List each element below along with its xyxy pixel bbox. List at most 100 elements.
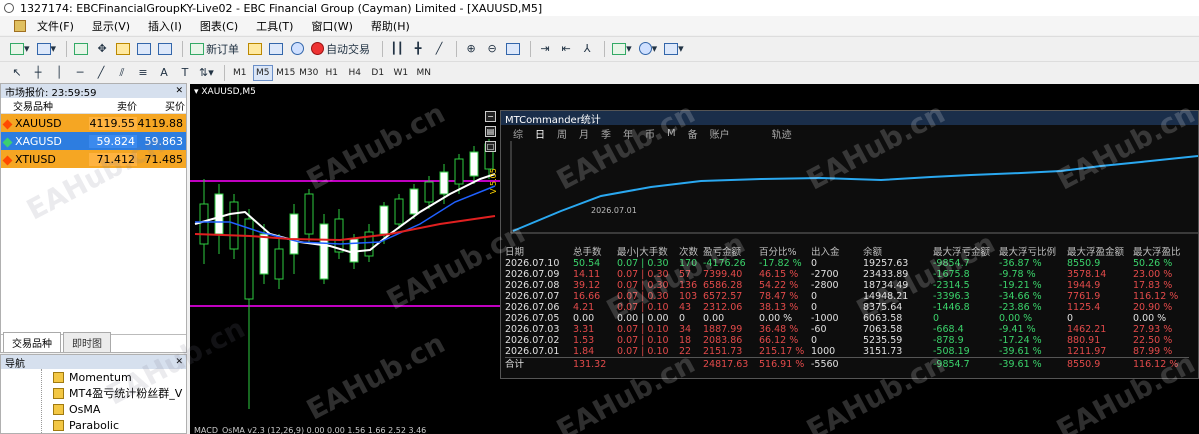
menu-help[interactable]: 帮助(H) — [362, 18, 419, 34]
timeframe-h1[interactable]: H1 — [322, 65, 342, 81]
table-row[interactable]: 2026.07.01 1.84 0.07 | 0.10 22 2151.73 215.17… — [505, 346, 1189, 358]
market-watch-button[interactable] — [72, 40, 90, 58]
channel-button[interactable]: ⫽ — [113, 64, 131, 82]
table-row[interactable]: 2026.07.05 0.00 0.00 | 0.00 0 0.00 0.00 % -100… — [505, 313, 1189, 324]
table-row[interactable]: 2026.07.03 3.31 0.07 | 0.10 34 1887.99 36.48 … — [505, 324, 1189, 335]
community-button[interactable] — [267, 40, 285, 58]
mtc-tab[interactable]: 季 — [601, 126, 611, 141]
menu-window[interactable]: 窗口(W) — [302, 18, 361, 34]
col-ask[interactable]: 买价 — [137, 98, 185, 113]
col-symbol[interactable]: 交易品种 — [1, 98, 89, 113]
templates-button[interactable]: ▾ — [662, 40, 686, 58]
table-row[interactable]: 2026.07.09 14.11 0.07 | 0.30 57 7399.40 46.15… — [505, 269, 1189, 280]
close-icon[interactable]: ✕ — [175, 86, 186, 96]
vertical-line-button[interactable]: │ — [50, 64, 68, 82]
crosshair-button[interactable]: ┼ — [29, 64, 47, 82]
symbol-row[interactable]: XAGUSD 59.824 59.863 — [1, 132, 186, 150]
table-row[interactable]: 2026.07.02 1.53 0.07 | 0.10 18 2083.86 66.12 … — [505, 335, 1189, 346]
mtcommander-panel[interactable]: − ▤ □ MTCommander统计 综日周月季年币 M 备账户 轨迹 2026.0… — [485, 110, 1199, 379]
column-header[interactable]: 总手数 — [573, 244, 617, 258]
navigator-item[interactable]: MT4盈亏统计粉丝群_V — [1, 385, 186, 401]
tile-windows-button[interactable] — [504, 40, 522, 58]
close-icon[interactable]: ✕ — [175, 357, 186, 367]
minimize-icon[interactable]: − — [485, 111, 496, 122]
timeframe-m1[interactable]: M1 — [230, 65, 250, 81]
timeframe-w1[interactable]: W1 — [391, 65, 411, 81]
column-header[interactable]: 出入金 — [811, 244, 863, 258]
settings-icon[interactable]: ▤ — [485, 126, 496, 137]
new-chart-button[interactable]: ▾ — [8, 40, 32, 58]
timeframe-mn[interactable]: MN — [414, 65, 434, 81]
indicators-button[interactable]: ⅄ — [578, 40, 596, 58]
tab-tick-chart[interactable]: 即时图 — [63, 332, 111, 352]
menu-tools[interactable]: 工具(T) — [247, 18, 302, 34]
column-header[interactable]: 盈亏金额 — [703, 244, 759, 258]
data-window-button[interactable]: ✥ — [93, 40, 111, 58]
menu-insert[interactable]: 插入(I) — [139, 18, 191, 34]
menu-view[interactable]: 显示(V) — [83, 18, 139, 34]
navigator-item[interactable]: Momentum — [1, 369, 186, 385]
mtc-tab[interactable]: 综 — [513, 126, 523, 141]
trendline-button[interactable]: ╱ — [92, 64, 110, 82]
autoscroll-button[interactable]: ⇥ — [536, 40, 554, 58]
terminal-button[interactable] — [135, 40, 153, 58]
periods-button[interactable]: ▾ — [637, 40, 660, 58]
column-header[interactable]: 最大浮亏比例 — [999, 244, 1067, 258]
chart-shift-button[interactable]: ⇤ — [557, 40, 575, 58]
menu-file[interactable]: 文件(F) — [28, 18, 83, 34]
timeframe-d1[interactable]: D1 — [368, 65, 388, 81]
mtc-tab[interactable]: 备 — [688, 126, 698, 141]
tab-symbols[interactable]: 交易品种 — [3, 332, 61, 352]
menu-charts[interactable]: 图表(C) — [191, 18, 247, 34]
mtc-tab[interactable]: 周 — [557, 126, 567, 141]
mtc-tab[interactable]: 日 — [535, 126, 545, 141]
arrows-button[interactable]: ⇅▾ — [197, 64, 216, 82]
zoom-out-button[interactable]: ⊖ — [483, 40, 501, 58]
fibonacci-button[interactable]: ≡ — [134, 64, 152, 82]
column-header[interactable]: 最大浮盈金额 — [1067, 244, 1133, 258]
metaeditor-button[interactable] — [246, 40, 264, 58]
col-bid[interactable]: 卖价 — [89, 98, 137, 113]
cursor-button[interactable]: ↖ — [8, 64, 26, 82]
column-header[interactable]: 最大浮亏金额 — [933, 244, 999, 258]
navigator-item[interactable]: Parabolic — [1, 417, 186, 433]
column-header[interactable]: 次数 — [679, 244, 703, 258]
table-row[interactable]: 2026.07.10 50.54 0.07 | 0.30 170 -4176.26 -17… — [505, 258, 1189, 269]
mtc-tab[interactable]: 轨迹 — [772, 126, 792, 141]
mtc-tab[interactable]: M — [667, 128, 676, 139]
table-row[interactable]: 2026.07.07 16.66 0.07 | 0.30 103 6572.57 78.4… — [505, 291, 1189, 302]
tester-button[interactable] — [156, 40, 174, 58]
column-header[interactable]: 日期 — [505, 244, 573, 258]
symbol-row[interactable]: XAUUSD 4119.55 4119.88 — [1, 114, 186, 132]
profiles-button[interactable]: ▾ — [35, 40, 59, 58]
candlestick-button[interactable]: ╋ — [409, 40, 427, 58]
table-row[interactable]: 2026.07.06 4.21 0.07 | 0.10 43 2312.06 38.13 … — [505, 302, 1189, 313]
mtc-tab[interactable]: 币 — [645, 126, 655, 141]
mtc-tab[interactable]: 月 — [579, 126, 589, 141]
timeframe-m5[interactable]: M5 — [252, 64, 273, 81]
table-row[interactable]: 2026.07.08 39.12 0.07 | 0.30 136 6586.28 54.2… — [505, 280, 1189, 291]
line-chart-button[interactable]: ╱ — [430, 40, 448, 58]
bar-chart-button[interactable]: ┃┃ — [388, 40, 406, 58]
mtc-tab[interactable]: 年 — [623, 126, 633, 141]
add-indicator-button[interactable]: ▾ — [610, 40, 634, 58]
navigator-item[interactable]: OsMA — [1, 401, 186, 417]
horizontal-line-button[interactable]: ─ — [71, 64, 89, 82]
column-header[interactable]: 最小|大手数 — [617, 244, 679, 258]
column-header[interactable]: 百分比% — [759, 244, 811, 258]
new-order-button[interactable]: 新订单 — [188, 40, 243, 58]
text-button[interactable]: A — [155, 64, 173, 82]
restore-icon[interactable]: □ — [485, 141, 496, 152]
column-header[interactable]: 余额 — [863, 244, 933, 258]
column-header[interactable]: 最大浮盈比 — [1133, 244, 1189, 258]
timeframe-h4[interactable]: H4 — [345, 65, 365, 81]
navigator-button[interactable] — [114, 40, 132, 58]
zoom-in-button[interactable]: ⊕ — [462, 40, 480, 58]
signals-button[interactable] — [288, 40, 306, 58]
auto-trading-button[interactable]: 自动交易 — [309, 40, 374, 58]
mtc-tab[interactable]: 账户 — [710, 126, 730, 141]
symbol-row[interactable]: XTIUSD 71.412 71.485 — [1, 150, 186, 168]
timeframe-m30[interactable]: M30 — [299, 65, 319, 81]
label-button[interactable]: T — [176, 64, 194, 82]
timeframe-m15[interactable]: M15 — [276, 65, 296, 81]
